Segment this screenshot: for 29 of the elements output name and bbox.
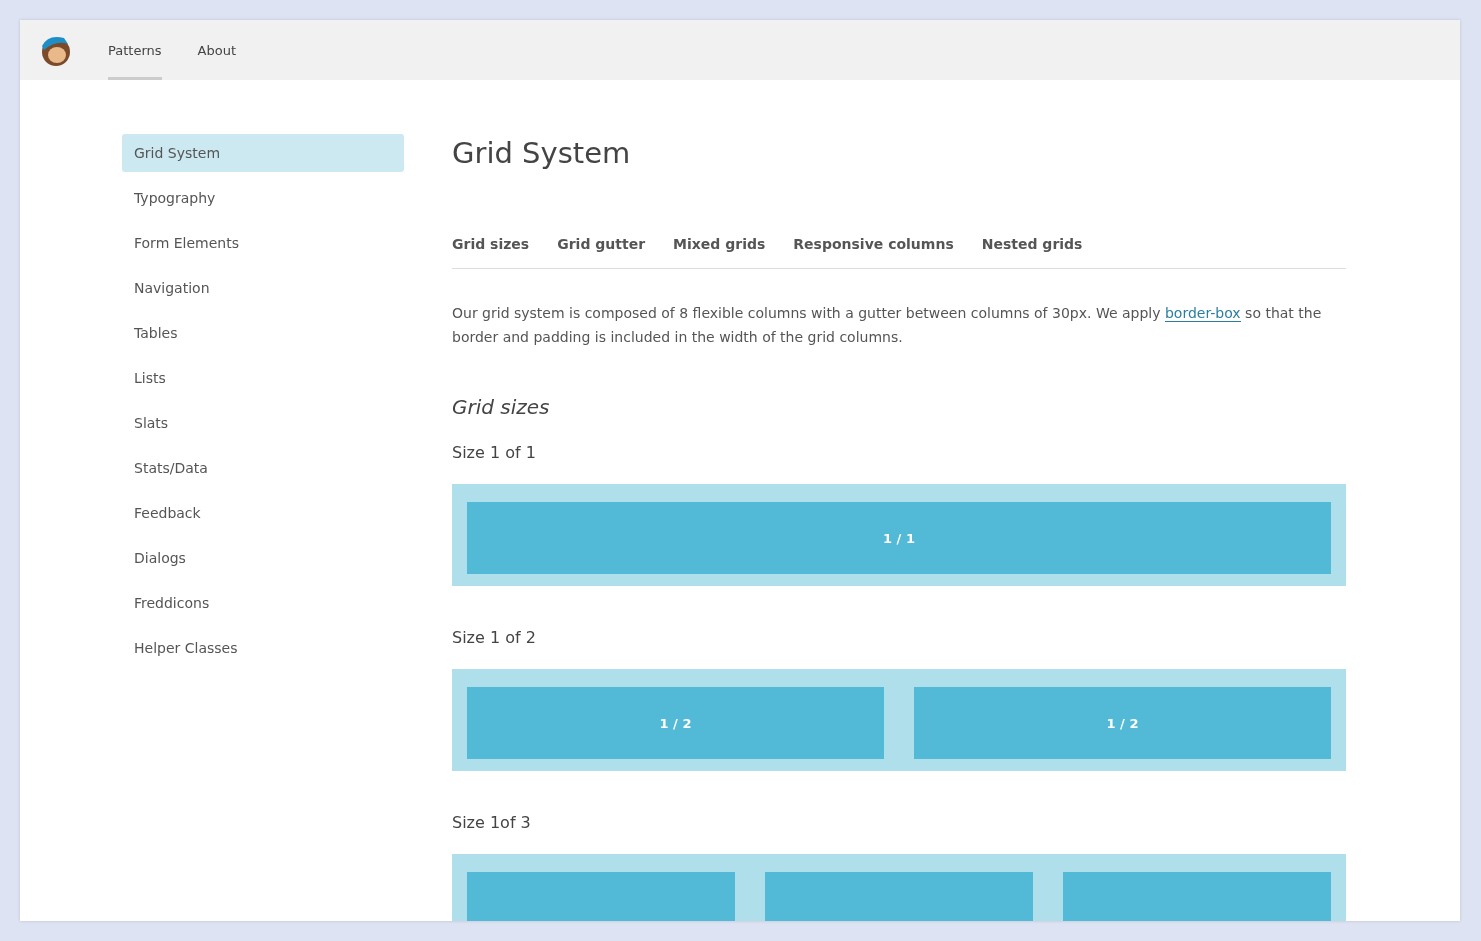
section-link[interactable]: Responsive columns	[793, 236, 954, 252]
sidebar-item[interactable]: Helper Classes	[122, 629, 404, 667]
section-link[interactable]: Grid gutter	[557, 236, 646, 252]
section-link[interactable]: Nested grids	[981, 236, 1083, 252]
sidebar-item[interactable]: Grid System	[122, 134, 404, 172]
sidebar-item[interactable]: Lists	[122, 359, 404, 397]
grid-column: 1 / 2	[914, 687, 1331, 759]
sidebar-item[interactable]: Stats/Data	[122, 449, 404, 487]
sidebar-item[interactable]: Freddicons	[122, 584, 404, 622]
grid-heading: Size 1of 3	[452, 813, 532, 832]
grid-heading: Size 1 of 2	[452, 628, 537, 647]
intro-paragraph: Our grid system is composed of 8 flexible columns with a gutter between columns of 30px. We apply border-box so that the border and padding is included in the width of the grid columns.	[452, 304, 1323, 347]
page-title: Grid System	[452, 135, 632, 172]
sidebar-item[interactable]: Form Elements	[122, 224, 404, 262]
grid-column: 1 / 2	[467, 687, 884, 759]
grid-heading: Size 1 of 1	[452, 443, 537, 462]
link[interactable]: border-box	[1164, 305, 1241, 322]
sidebar-item[interactable]: Navigation	[122, 269, 404, 307]
sidebar-item[interactable]: Slats	[122, 404, 404, 442]
section-link[interactable]: Mixed grids	[673, 236, 766, 252]
sidebar-item[interactable]: Typography	[122, 179, 404, 217]
section-link[interactable]: Grid sizes	[452, 236, 530, 252]
section-heading: Grid sizes	[452, 395, 551, 419]
sidebar-item[interactable]: Dialogs	[122, 539, 404, 577]
sidebar-item[interactable]: Tables	[122, 314, 404, 352]
sidebar-item[interactable]: Feedback	[122, 494, 404, 532]
nav-tab[interactable]: About	[197, 20, 236, 80]
grid-column: 1 / 1	[467, 502, 1331, 574]
nav-tab[interactable]: Patterns	[108, 20, 162, 80]
